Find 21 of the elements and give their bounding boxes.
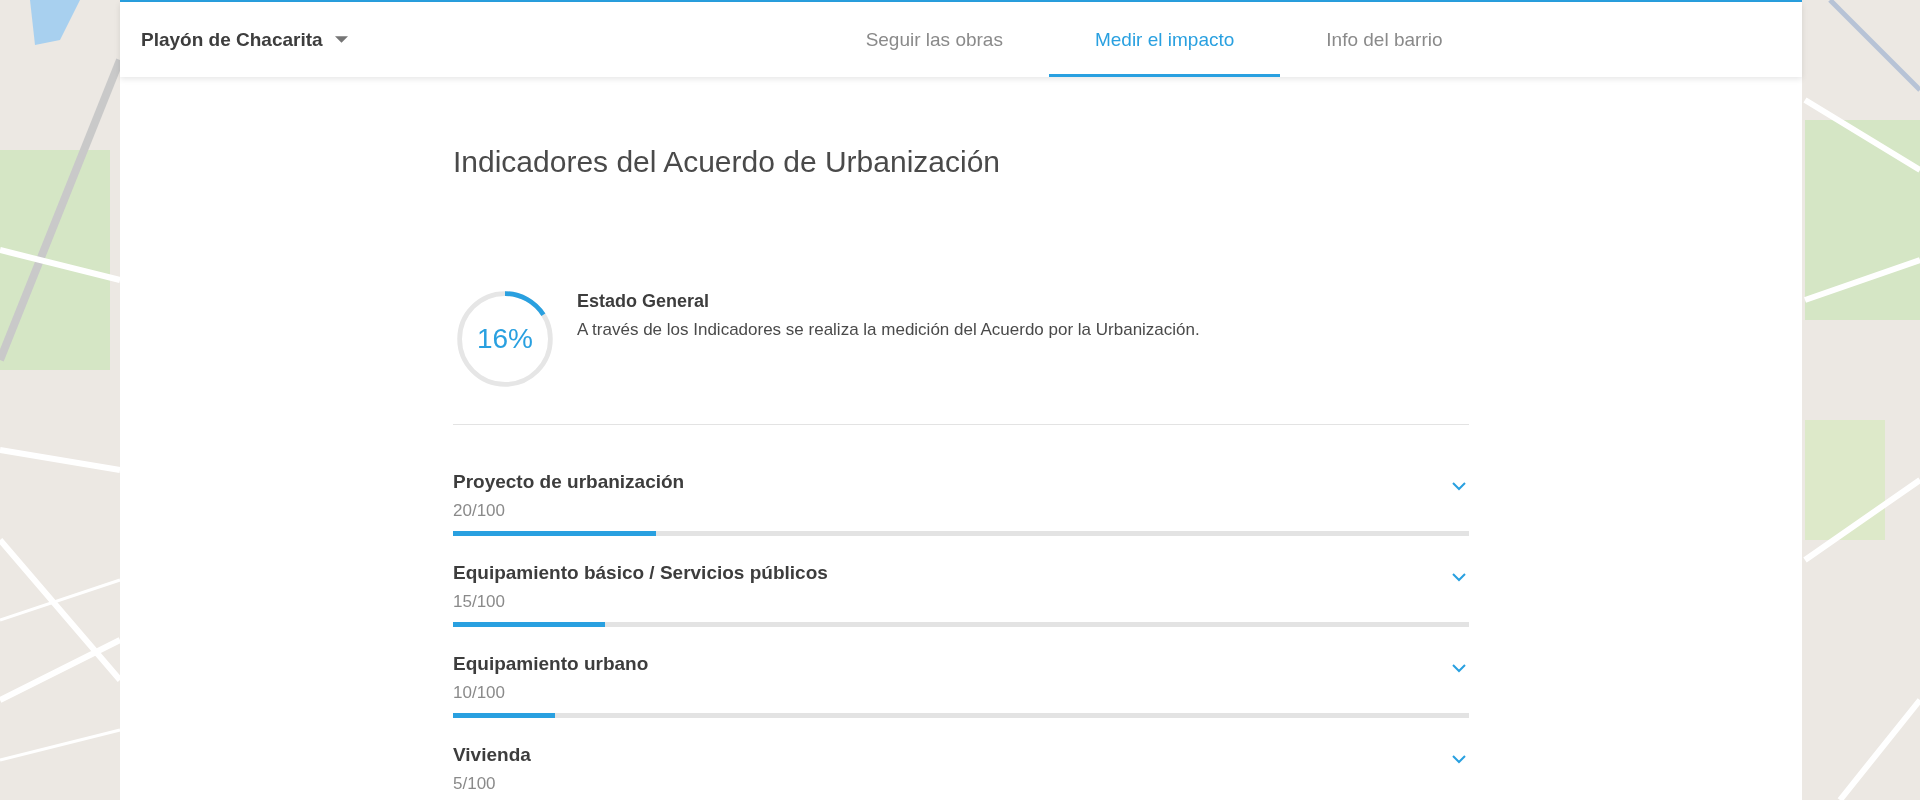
nav-tab[interactable]: Seguir las obras <box>819 2 1049 77</box>
indicator-name: Proyecto de urbanización <box>453 471 685 493</box>
percent-value: 16% <box>477 323 533 355</box>
indicator-name: Vivienda <box>453 744 531 766</box>
page-title: Indicadores del Acuerdo de Urbanización <box>453 145 1002 179</box>
chevron-icon[interactable] <box>1451 663 1467 673</box>
nav-tab[interactable]: Medir el impacto <box>1048 2 1281 77</box>
caret-icon <box>334 36 348 43</box>
indicator-name: Equipamiento urbano <box>453 653 649 675</box>
nav-tab[interactable]: Info del barrio <box>1280 2 1489 77</box>
section-title: Estado General <box>577 291 711 312</box>
neighborhood-dropdown[interactable]: Playón de Chacarita <box>141 28 348 51</box>
chevron-icon[interactable] <box>1451 572 1467 582</box>
indicator-score: 10/100 <box>453 683 506 703</box>
indicator-name: Equipamiento básico / Servicios públicos <box>453 562 828 584</box>
indicator-score: 5/100 <box>453 774 497 794</box>
chevron-icon[interactable] <box>1451 481 1467 491</box>
chevron-icon[interactable] <box>1451 754 1467 764</box>
section-description: A través de los Indicadores se realiza la medición del Acuerdo por la Urbanización. <box>577 320 1200 340</box>
indicator-score: 15/100 <box>453 592 506 612</box>
indicator-score: 20/100 <box>453 501 506 521</box>
